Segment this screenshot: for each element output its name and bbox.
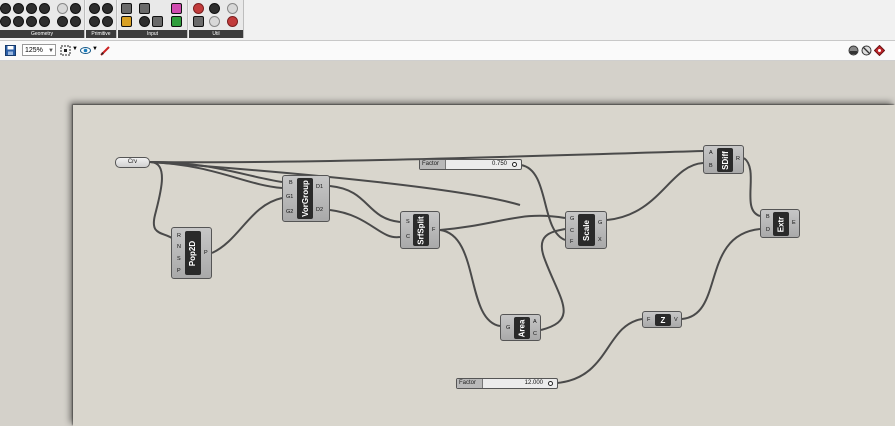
input-g[interactable]: G [506,325,510,331]
wire-factor1-to-scale-f [520,164,566,241]
crv-param[interactable]: Crv [115,157,150,168]
wire-sdiff-to-extr-b [743,157,761,217]
factor-slider-1[interactable]: Factor 0.750 [419,159,522,170]
component-name: SDiff [720,150,730,170]
input-g1[interactable]: G1 [286,194,293,200]
wire-area-to-scale-c [540,228,566,331]
z-component[interactable]: F Z V [642,311,682,328]
srfsplit-component[interactable]: S C SrfSplit F [400,211,440,249]
pop2d-component[interactable]: R N S P Pop2D P [171,227,212,279]
output-a[interactable]: A [533,319,537,325]
component-name: Area [517,319,527,337]
component-name: SrfSplit [416,215,426,245]
input-a[interactable]: A [709,150,713,156]
input-g[interactable]: G [570,216,574,222]
component-nameplate: Area [514,317,530,339]
wire-vorgroup-d2-to-srfsplit [329,209,401,239]
component-name: VorGroup [300,180,310,217]
component-name: Extr [776,216,786,232]
input-d[interactable]: D [766,227,770,233]
vorgroup-component[interactable]: B G1 G2 VorGroup D1 D2 [282,175,330,222]
area-component[interactable]: G Area A C [500,314,541,341]
wire-srfsplit-to-scale [439,214,566,231]
input-c[interactable]: C [570,228,574,234]
slider-name: Factor [457,379,483,388]
output-d1[interactable]: D1 [316,184,323,190]
component-nameplate: Pop2D [185,231,201,275]
crv-label: Crv [127,159,138,165]
slider-name: Factor [420,160,446,169]
wire-srfsplit-to-area [439,229,501,327]
component-nameplate: SrfSplit [413,214,429,246]
component-nameplate: Extr [773,212,789,236]
component-name: Z [660,315,666,325]
output-v[interactable]: V [674,317,678,323]
wire-z-to-extr-d [681,228,761,320]
scale-component[interactable]: G C F Scale G X [565,211,607,249]
input-c[interactable]: C [406,234,410,240]
output-g[interactable]: G [598,220,602,226]
component-nameplate: VorGroup [297,178,313,219]
component-name: Pop2D [188,240,198,266]
wire-crv-to-pop2d [149,161,173,239]
input-s[interactable]: S [177,256,181,262]
input-r[interactable]: R [177,233,181,239]
input-n[interactable]: N [177,244,181,250]
wire-vorgroup-d1-to-srfsplit [329,185,401,223]
component-nameplate: SDiff [717,148,733,172]
slider-value: 0.750 [491,161,507,167]
output-x[interactable]: X [598,237,602,243]
wire-factor2-to-z [556,318,643,384]
output-e[interactable]: E [792,220,796,226]
extr-component[interactable]: B D Extr E [760,209,800,238]
input-p[interactable]: P [177,268,181,274]
input-s[interactable]: S [406,219,410,225]
wire-crv-to-vorgroup-g1 [149,161,283,189]
input-b[interactable]: B [289,180,293,186]
slider-value: 12.000 [524,380,543,386]
output-d2[interactable]: D2 [316,207,323,213]
output-r[interactable]: R [736,156,740,162]
output-c[interactable]: C [533,331,537,337]
component-nameplate: Z [655,314,671,326]
slider-knob-icon[interactable] [512,162,517,167]
output-f[interactable]: F [432,227,435,233]
input-b[interactable]: B [766,214,770,220]
component-nameplate: Scale [578,214,595,246]
input-b[interactable]: B [709,163,713,169]
input-f[interactable]: F [570,239,573,245]
output-p[interactable]: P [204,250,208,256]
wire-scale-to-sdiff-b [606,162,704,221]
input-g2[interactable]: G2 [286,209,293,215]
factor-slider-2[interactable]: Factor 12.000 [456,378,558,389]
input-f[interactable]: F [647,317,650,323]
sdiff-component[interactable]: A B SDiff R [703,145,744,174]
component-name: Scale [582,219,591,241]
wire-pop2d-to-vorgroup-g2 [211,197,283,254]
slider-knob-icon[interactable] [548,381,553,386]
